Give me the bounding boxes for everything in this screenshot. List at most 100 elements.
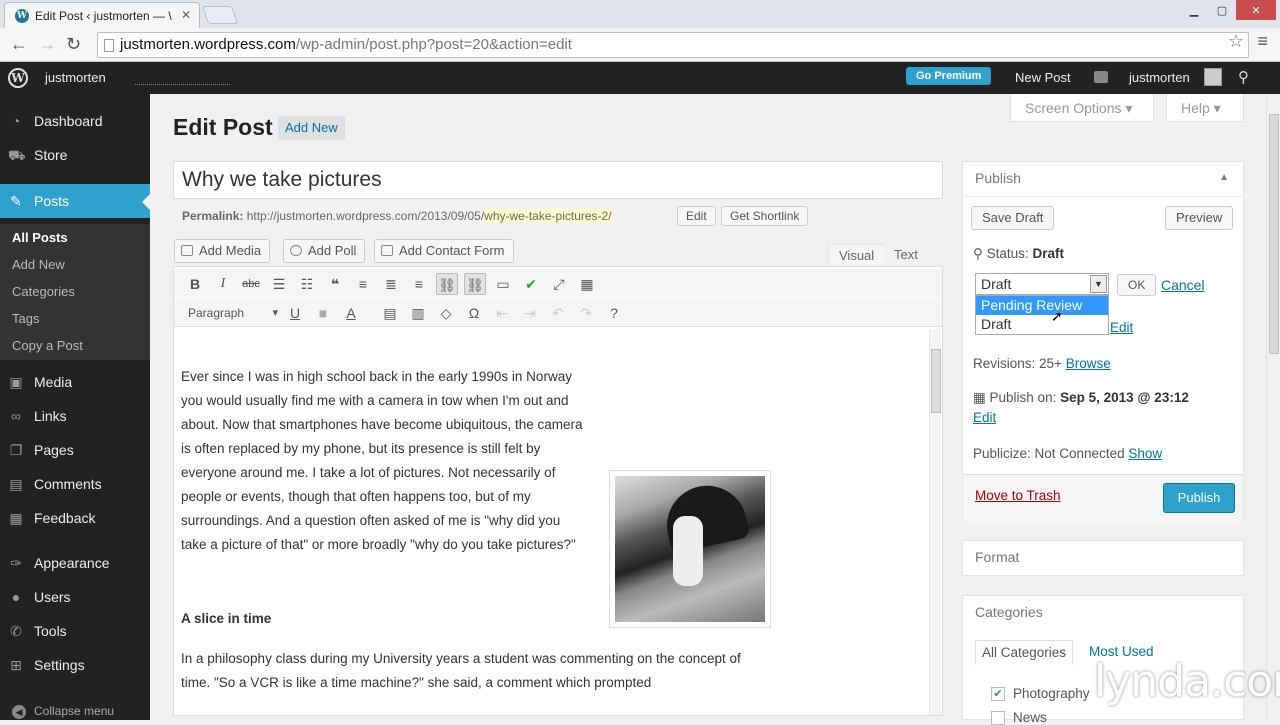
maximize-icon[interactable]: ▢ <box>1208 0 1236 20</box>
user-menu-link[interactable]: justmorten <box>1129 70 1190 85</box>
add-media-button[interactable]: Add Media <box>174 239 271 263</box>
sidebar-item-users[interactable]: ● Users <box>0 580 150 614</box>
align-left-icon[interactable]: ≡ <box>352 273 374 295</box>
go-premium-button[interactable]: Go Premium <box>906 67 992 85</box>
tab-text[interactable]: Text <box>884 244 928 266</box>
submenu-all-posts[interactable]: All Posts <box>12 230 68 245</box>
back-icon[interactable]: ← <box>10 34 28 55</box>
sidebar-item-appearance[interactable]: ✑ Appearance <box>0 546 150 580</box>
submenu-copy-post[interactable]: Copy a Post <box>12 338 83 353</box>
new-post-link[interactable]: New Post <box>1015 70 1071 85</box>
forward-icon[interactable]: → <box>38 34 56 55</box>
visibility-edit-link[interactable]: Edit <box>1110 320 1133 335</box>
sidebar-item-feedback[interactable]: ▦ Feedback <box>0 501 150 535</box>
address-bar[interactable]: justmorten.wordpress.com/wp-admin/post.p… <box>97 32 1249 58</box>
undo-icon[interactable]: ↶ <box>547 302 569 324</box>
search-icon[interactable]: ⚲ <box>1238 68 1249 86</box>
minimize-icon[interactable]: ▁ <box>1180 0 1208 20</box>
help-tab[interactable]: Help ▾ <box>1166 94 1244 122</box>
status-cancel-link[interactable]: Cancel <box>1161 277 1205 293</box>
format-select[interactable]: Paragraph <box>184 303 280 323</box>
save-draft-button[interactable]: Save Draft <box>971 206 1055 230</box>
scroll-thumb[interactable] <box>1269 114 1279 354</box>
bold-icon[interactable]: B <box>184 273 206 295</box>
collapse-caret-icon[interactable]: ▲ <box>1219 172 1229 183</box>
special-character-icon[interactable]: Ω <box>463 302 485 324</box>
text-color-icon[interactable]: A <box>340 302 362 324</box>
sidebar-item-links[interactable]: ∞ Links <box>0 399 150 433</box>
editor-scrollbar[interactable] <box>929 329 941 715</box>
spellcheck-icon[interactable]: ✔ <box>520 273 542 295</box>
status-ok-button[interactable]: OK <box>1117 274 1157 296</box>
scroll-thumb[interactable] <box>931 349 941 413</box>
add-poll-button[interactable]: Add Poll <box>283 239 366 263</box>
sidebar-item-settings[interactable]: ⊞ Settings <box>0 648 150 682</box>
italic-icon[interactable]: I <box>212 273 234 295</box>
tab-visual[interactable]: Visual <box>828 244 886 266</box>
submenu-categories[interactable]: Categories <box>12 284 75 299</box>
sidebar-item-dashboard[interactable]: ◔ Dashboard <box>0 104 150 138</box>
outdent-icon[interactable]: ⇤ <box>491 302 513 324</box>
clear-formatting-icon[interactable]: ◇ <box>435 302 457 324</box>
sidebar-item-media[interactable]: ▣ Media <box>0 365 150 399</box>
underline-icon[interactable]: U <box>284 302 306 324</box>
read-more-icon[interactable]: ▭ <box>492 273 514 295</box>
preview-button[interactable]: Preview <box>1165 206 1234 230</box>
option-pending-review[interactable]: Pending Review <box>976 296 1108 315</box>
browser-tab[interactable]: W Edit Post ‹ justmorten — \ ✕ <box>4 2 200 28</box>
publicize-show-link[interactable]: Show <box>1128 446 1162 461</box>
bullet-list-icon[interactable]: ☰ <box>268 273 290 295</box>
page-scrollbar[interactable] <box>1266 94 1280 720</box>
avatar[interactable] <box>1204 68 1222 86</box>
align-center-icon[interactable]: ≣ <box>380 273 402 295</box>
collapse-menu-button[interactable]: ◀ Collapse menu <box>12 704 114 719</box>
paste-text-icon[interactable]: ▤ <box>379 302 401 324</box>
notifications-icon[interactable] <box>1094 71 1108 83</box>
checkbox-news[interactable] <box>991 711 1005 725</box>
justify-icon[interactable]: ■ <box>312 302 334 324</box>
sidebar-item-pages[interactable]: ❐ Pages <box>0 433 150 467</box>
post-image[interactable] <box>609 470 771 628</box>
submenu-add-new[interactable]: Add New <box>12 257 65 272</box>
bookmark-star-icon[interactable]: ☆ <box>1228 31 1244 52</box>
align-right-icon[interactable]: ≡ <box>408 273 430 295</box>
fullscreen-icon[interactable]: ⤢ <box>548 273 570 295</box>
add-new-button[interactable]: Add New <box>278 116 345 140</box>
sidebar-item-store[interactable]: ⛟ Store <box>0 138 150 172</box>
redo-icon[interactable]: ↷ <box>575 302 597 324</box>
browser-menu-icon[interactable]: ≡ <box>1257 31 1268 52</box>
status-select[interactable]: Draft ▼ <box>975 273 1109 295</box>
publish-date-edit-link[interactable]: Edit <box>973 410 996 425</box>
wordpress-logo-icon[interactable]: W <box>8 68 28 88</box>
get-shortlink-button[interactable]: Get Shortlink <box>721 206 809 226</box>
browse-revisions-link[interactable]: Browse <box>1066 356 1111 371</box>
paste-word-icon[interactable]: ▥ <box>407 302 429 324</box>
format-title[interactable]: Format <box>975 549 1019 565</box>
sidebar-item-tools[interactable]: ✆ Tools <box>0 614 150 648</box>
post-title-input[interactable]: Why we take pictures <box>173 161 943 199</box>
submenu-tags[interactable]: Tags <box>12 311 39 326</box>
tab-all-categories[interactable]: All Categories <box>975 640 1074 665</box>
tab-close-icon[interactable]: ✕ <box>181 8 191 22</box>
move-to-trash-link[interactable]: Move to Trash <box>975 488 1061 503</box>
sidebar-item-posts[interactable]: ✎ Posts <box>0 184 150 218</box>
reload-icon[interactable]: ↻ <box>66 34 81 55</box>
site-name-link[interactable]: justmorten <box>45 70 106 85</box>
chevron-down-icon[interactable]: ▼ <box>1090 275 1107 293</box>
sidebar-item-comments[interactable]: ▤ Comments <box>0 467 150 501</box>
categories-title[interactable]: Categories <box>975 604 1043 620</box>
permalink-edit-button[interactable]: Edit <box>677 206 716 226</box>
strikethrough-icon[interactable]: abc <box>240 273 262 295</box>
blockquote-icon[interactable]: ❝ <box>324 273 346 295</box>
unlink-icon[interactable]: ⛓ <box>464 273 486 295</box>
insert-link-icon[interactable]: ⛓ <box>436 273 458 295</box>
screen-options-tab[interactable]: Screen Options ▾ <box>1010 94 1154 122</box>
option-draft[interactable]: Draft <box>976 315 1108 334</box>
numbered-list-icon[interactable]: ☷ <box>296 273 318 295</box>
help-icon[interactable]: ? <box>603 302 625 324</box>
add-contact-form-button[interactable]: Add Contact Form <box>374 239 514 263</box>
toolbar-toggle-icon[interactable]: ▦ <box>576 273 598 295</box>
publish-button[interactable]: Publish <box>1163 483 1235 513</box>
checkbox-photography[interactable]: ✔ <box>991 687 1005 701</box>
close-window-icon[interactable]: ✕ <box>1236 0 1276 20</box>
